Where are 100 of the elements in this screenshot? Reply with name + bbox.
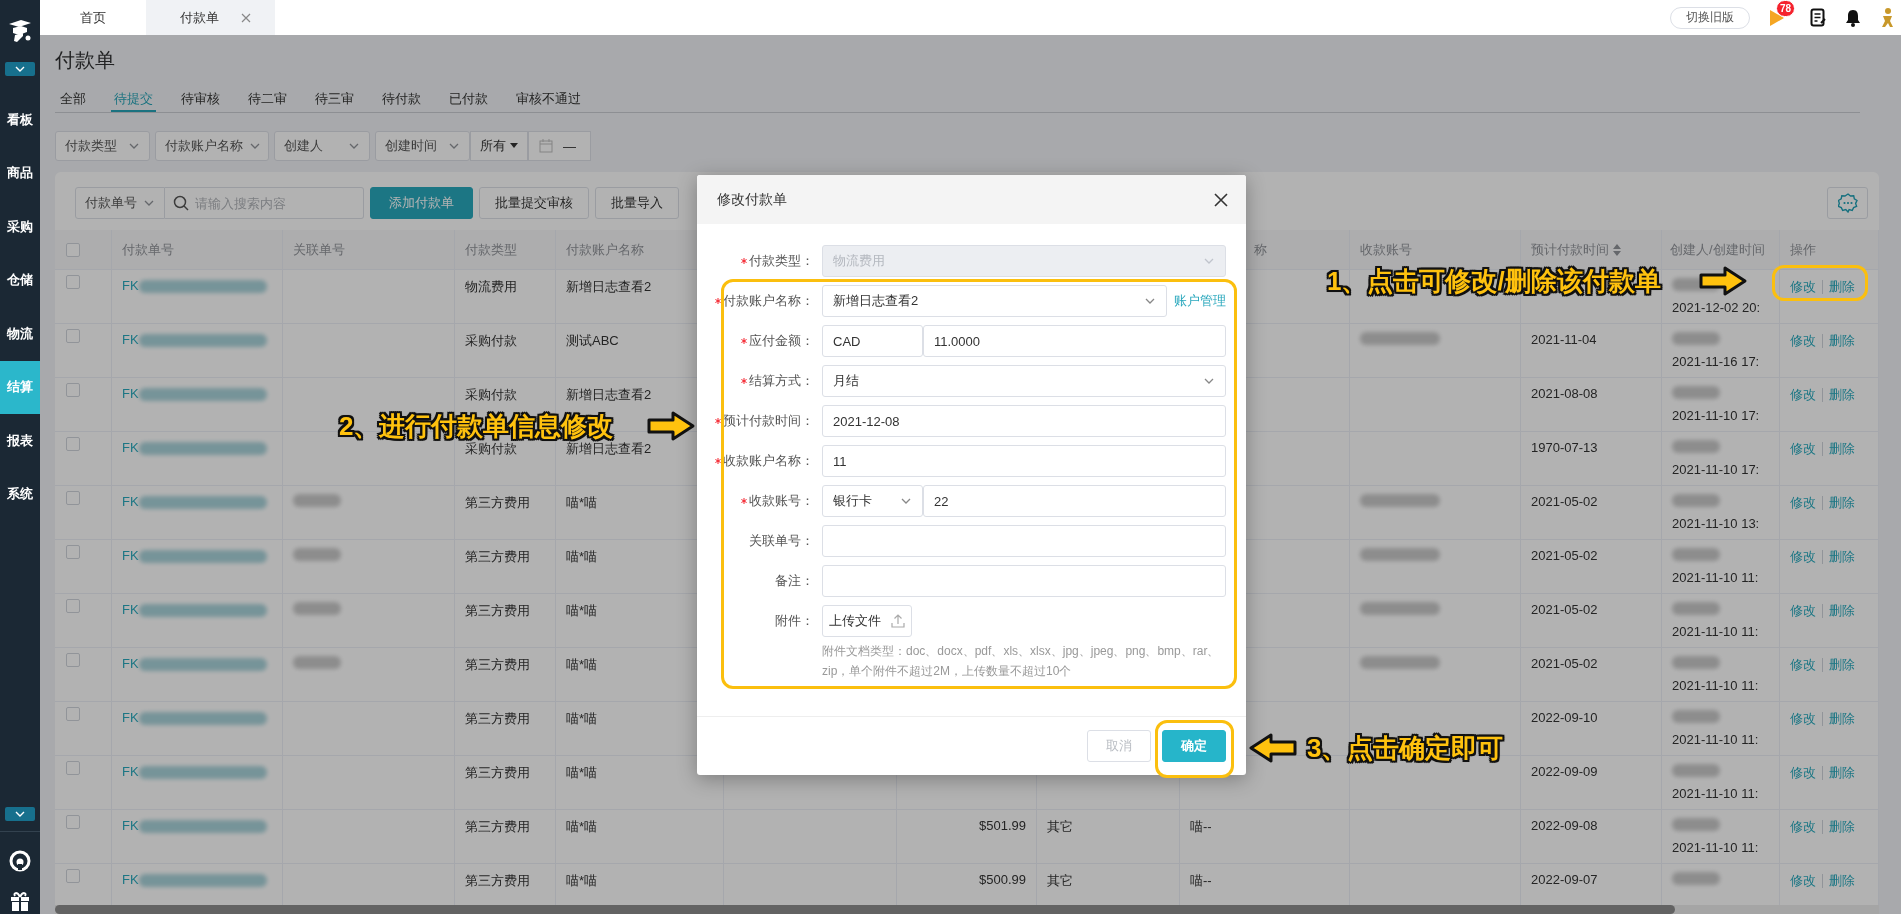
filter-select[interactable]: 创建时间 [375,131,470,161]
delete-link[interactable]: 删除 [1829,494,1855,512]
delete-link[interactable]: 删除 [1829,548,1855,566]
page-tab[interactable]: 付款单 [146,0,275,35]
search-type-select[interactable]: 付款单号 [75,187,165,219]
checkbox[interactable] [66,599,80,613]
sidebar-item[interactable]: 商品 [0,146,40,200]
more-button[interactable] [1827,187,1868,219]
edit-link[interactable]: 修改 [1790,656,1816,674]
add-button[interactable]: 添加付款单 [370,187,473,219]
order-number-link[interactable]: FK [122,710,139,725]
edit-link[interactable]: 修改 [1790,440,1816,458]
order-number-link[interactable]: FK [122,278,139,293]
checkbox[interactable] [66,761,80,775]
text-field[interactable]: 11 [822,445,1226,477]
delete-link[interactable]: 删除 [1829,332,1855,350]
delete-link[interactable]: 删除 [1829,872,1855,890]
order-number-link[interactable]: FK [122,764,139,779]
delete-link[interactable]: 删除 [1829,764,1855,782]
account-number-field[interactable]: 22 [923,485,1226,517]
sidebar-item[interactable]: 仓储 [0,253,40,307]
filter-select[interactable]: 付款账户名称 [155,131,269,161]
sort-icon[interactable] [1613,243,1621,256]
sidebar-item[interactable]: 看板 [0,93,40,147]
order-number-link[interactable]: FK [122,602,139,617]
edit-link[interactable]: 修改 [1790,764,1816,782]
checkbox[interactable] [66,653,80,667]
checkbox[interactable] [66,383,80,397]
select-field[interactable]: 新增日志查看2 [822,285,1167,317]
sidebar-item[interactable]: 采购 [0,200,40,254]
edit-link[interactable]: 修改 [1790,872,1816,890]
order-number-link[interactable]: FK [122,656,139,671]
status-tab[interactable]: 全部 [57,88,89,112]
confirm-button[interactable]: 确定 [1162,730,1226,762]
close-icon[interactable] [1214,192,1228,207]
date-range-field[interactable]: — [528,131,591,161]
edit-link[interactable]: 修改 [1790,818,1816,836]
cancel-button[interactable]: 取消 [1087,730,1151,762]
checkbox[interactable] [66,869,80,883]
checkbox[interactable] [66,242,80,257]
collapse-button[interactable] [5,807,35,821]
delete-link[interactable]: 删除 [1829,602,1855,620]
status-tab[interactable]: 待提交 [111,88,156,112]
edit-link[interactable]: 修改 [1790,602,1816,620]
range-mode-dropdown[interactable]: 所有 [470,131,528,161]
account-management-link[interactable]: 账户管理 [1174,292,1226,310]
filter-select[interactable]: 付款类型 [55,131,150,161]
status-tab[interactable]: 待审核 [178,88,223,112]
delete-link[interactable]: 删除 [1829,278,1855,296]
text-field[interactable] [822,525,1226,557]
status-tab[interactable]: 待二审 [245,88,290,112]
checkbox[interactable] [66,329,80,343]
delete-link[interactable]: 删除 [1829,656,1855,674]
amount-field[interactable]: 11.0000 [923,325,1226,357]
sidebar-item[interactable]: 结算 [0,360,40,414]
edit-link[interactable]: 修改 [1790,278,1816,296]
order-number-link[interactable]: FK [122,818,139,833]
edit-link[interactable]: 修改 [1790,332,1816,350]
status-tab[interactable]: 待付款 [379,88,424,112]
filter-select[interactable]: 创建人 [274,131,370,161]
status-tab[interactable]: 审核不通过 [513,88,584,112]
checkbox[interactable] [66,815,80,829]
currency-field[interactable]: CAD [822,325,923,357]
toolbar-button[interactable]: 批量提交审核 [479,187,589,219]
page-tab[interactable]: 首页 [40,0,146,35]
edit-link[interactable]: 修改 [1790,386,1816,404]
bell-icon[interactable] [1845,8,1861,27]
checkbox[interactable] [66,491,80,505]
avatar-icon[interactable] [1879,6,1895,29]
status-tab[interactable]: 已付款 [446,88,491,112]
document-icon[interactable] [1810,7,1826,28]
select-field[interactable]: 月结 [822,365,1226,397]
edit-link[interactable]: 修改 [1790,710,1816,728]
expand-button[interactable] [5,62,35,76]
headset-icon[interactable] [9,850,31,872]
status-tab[interactable]: 待三审 [312,88,357,112]
toolbar-button[interactable]: 批量导入 [595,187,679,219]
order-number-link[interactable]: FK [122,386,139,401]
checkbox[interactable] [66,707,80,721]
edit-link[interactable]: 修改 [1790,494,1816,512]
delete-link[interactable]: 删除 [1829,386,1855,404]
account-type-select[interactable]: 银行卡 [822,485,923,517]
text-field[interactable] [822,565,1226,597]
edit-link[interactable]: 修改 [1790,548,1816,566]
sidebar-item[interactable]: 物流 [0,307,40,361]
delete-link[interactable]: 删除 [1829,818,1855,836]
order-number-link[interactable]: FK [122,494,139,509]
sidebar-item[interactable]: 系统 [0,467,40,521]
delete-link[interactable]: 删除 [1829,440,1855,458]
order-number-link[interactable]: FK [122,872,139,887]
gift-icon[interactable] [9,890,31,912]
upload-button[interactable]: 上传文件 [822,605,912,637]
sidebar-item[interactable]: 报表 [0,414,40,468]
order-number-link[interactable]: FK [122,332,139,347]
order-number-link[interactable]: FK [122,440,139,455]
checkbox[interactable] [66,437,80,451]
checkbox[interactable] [66,275,80,289]
delete-link[interactable]: 删除 [1829,710,1855,728]
checkbox[interactable] [66,545,80,559]
text-field[interactable]: 2021-12-08 [822,405,1226,437]
